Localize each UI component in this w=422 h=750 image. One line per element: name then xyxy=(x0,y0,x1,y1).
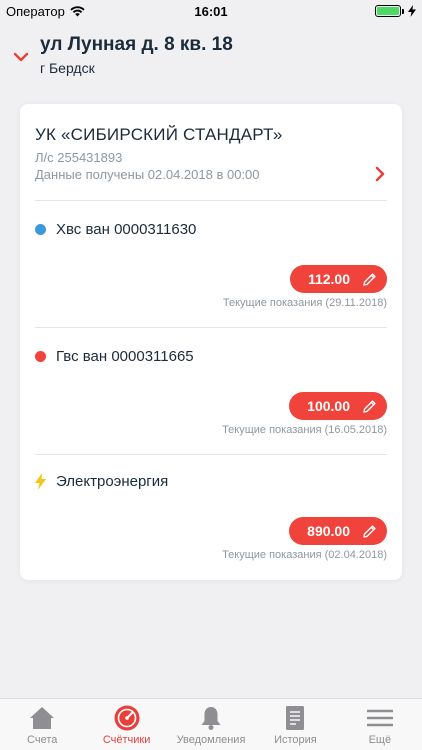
reading-edit-button[interactable]: 100.00 xyxy=(289,392,387,420)
reading-caption: Текущие показания (29.11.2018) xyxy=(222,297,387,309)
chevron-down-icon[interactable] xyxy=(12,48,30,66)
charging-icon xyxy=(408,5,416,17)
carrier-label: Оператор xyxy=(6,3,65,19)
pencil-icon xyxy=(363,272,376,286)
tab-label: Уведомления xyxy=(176,734,246,746)
reading-value: 890.00 xyxy=(307,523,350,539)
tab-label: История xyxy=(274,734,317,746)
reading-caption: Текущие показания (02.04.2018) xyxy=(222,549,387,561)
document-icon xyxy=(281,705,309,731)
cold-water-dot-icon xyxy=(35,224,46,235)
tab-meters[interactable]: Счётчики xyxy=(84,699,168,750)
tab-history[interactable]: История xyxy=(253,699,337,750)
tab-label: Счета xyxy=(27,734,58,746)
company-data-date: Данные получены 02.04.2018 в 00:00 xyxy=(35,167,260,182)
pencil-icon xyxy=(363,524,376,538)
meter-head: Электроэнергия xyxy=(35,473,168,490)
address-header[interactable]: ул Лунная д. 8 кв. 18 г Бердск xyxy=(0,22,422,88)
tab-notifications[interactable]: Уведомления xyxy=(169,699,253,750)
address-city: г Бердск xyxy=(40,59,95,76)
tab-label: Ещё xyxy=(368,734,392,746)
meter-head: Хвс ван 0000311630 xyxy=(35,221,196,238)
chevron-right-icon[interactable] xyxy=(373,166,387,182)
meter-name: Хвс ван 0000311630 xyxy=(56,221,197,238)
tab-bar: Счета Счётчики Уведомления История Ещё xyxy=(0,698,422,750)
meter-item: Гвс ван 0000311665 100.00 Текущие показа… xyxy=(35,328,387,454)
wifi-icon xyxy=(70,5,85,16)
meter-item: Электроэнергия 890.00 Текущие показания … xyxy=(35,453,387,579)
reading-edit-button[interactable]: 890.00 xyxy=(289,517,387,545)
company-name: УК «СИБИРСКИЙ СТАНДАРТ» xyxy=(35,125,283,144)
battery-icon xyxy=(375,5,404,17)
address-block: ул Лунная д. 8 кв. 18 г Бердск xyxy=(40,33,233,78)
meter-head: Гвс ван 0000311665 xyxy=(35,348,194,365)
pencil-icon xyxy=(363,399,376,413)
tab-label: Счётчики xyxy=(102,734,151,746)
status-right xyxy=(375,5,416,17)
meter-name: Гвс ван 0000311665 xyxy=(56,348,194,365)
reading-value: 100.00 xyxy=(307,398,350,414)
meters-card: УК «СИБИРСКИЙ СТАНДАРТ» Л/с 255431893 Да… xyxy=(20,104,402,580)
status-bar: Оператор 16:01 xyxy=(0,0,422,22)
tab-accounts[interactable]: Счета xyxy=(0,699,84,750)
home-icon xyxy=(28,705,56,731)
company-row[interactable]: УК «СИБИРСКИЙ СТАНДАРТ» Л/с 255431893 Да… xyxy=(35,124,387,204)
menu-icon xyxy=(366,705,394,731)
meter-name: Электроэнергия xyxy=(56,473,169,490)
reading-caption: Текущие показания (16.05.2018) xyxy=(222,424,387,436)
bell-icon xyxy=(197,705,225,731)
address-title: ул Лунная д. 8 кв. 18 xyxy=(40,33,233,55)
hot-water-dot-icon xyxy=(35,351,46,362)
tab-more[interactable]: Ещё xyxy=(338,699,422,750)
status-left: Оператор xyxy=(6,4,85,19)
company-account: Л/с 255431893 xyxy=(35,150,123,165)
reading-edit-button[interactable]: 112.00 xyxy=(289,265,387,293)
meter-item: Хвс ван 0000311630 112.00 Текущие показа… xyxy=(35,201,387,327)
lightning-icon xyxy=(35,473,46,490)
gauge-icon xyxy=(113,705,141,731)
reading-value: 112.00 xyxy=(307,271,350,287)
